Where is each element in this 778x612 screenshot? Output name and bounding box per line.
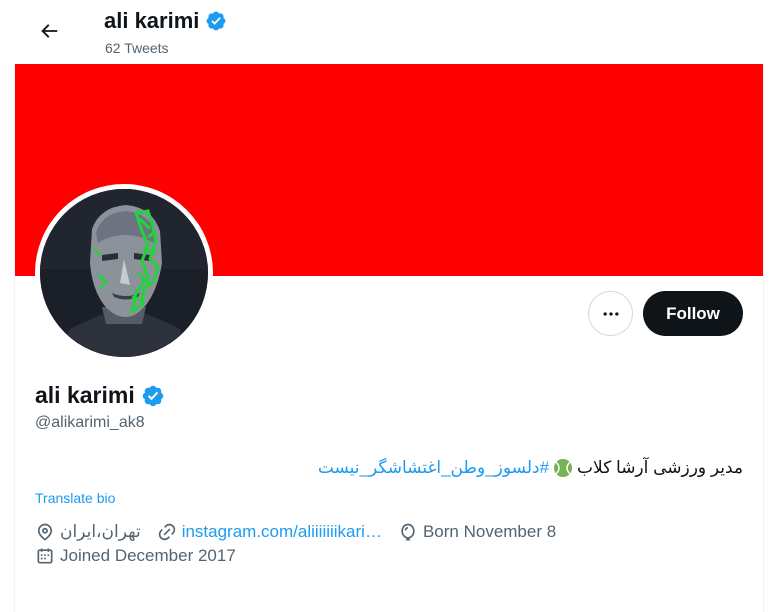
location-pin-icon [37, 523, 53, 541]
verified-badge-icon [206, 11, 226, 31]
profile-name-row: ali karimi [35, 382, 165, 409]
tennis-ball-emoji [554, 459, 573, 477]
profile-handle: @alikarimi_ak8 [35, 414, 145, 431]
more-horizontal-icon [603, 311, 618, 316]
arrow-left-icon [41, 24, 58, 38]
header-title: ali karimi [104, 8, 227, 34]
website-link[interactable]: instagram.com/aliiiiiiikari… [182, 522, 382, 542]
tweet-count: 62 Tweets [105, 40, 169, 56]
header-name: ali karimi [104, 8, 200, 33]
verified-badge-icon[interactable] [141, 384, 165, 408]
location-text: تهران،ایران [60, 522, 141, 541]
birthday-item: Born November 8 [398, 522, 556, 542]
joined-text: Joined December 2017 [60, 546, 236, 565]
bio-hashtag-link[interactable]: #دلسوز_وطن_اغتشاشگر_نیست [318, 458, 549, 478]
profile-name: ali karimi [35, 382, 135, 408]
bio-text: مدیر ورزشی آرشا کلاب [577, 458, 743, 477]
calendar-icon [37, 548, 53, 564]
website-item: instagram.com/aliiiiiiikari… [157, 522, 382, 542]
profile-meta-row: تهران،ایران instagram.com/aliiiiiiikari…… [35, 522, 572, 542]
birthday-text: Born November 8 [422, 522, 557, 541]
link-icon [158, 523, 175, 541]
follow-button[interactable]: Follow [643, 291, 743, 336]
profile-meta-row-2: Joined December 2017 [35, 546, 252, 566]
translate-bio-link[interactable]: Translate bio [35, 490, 115, 506]
profile-header-bar: ali karimi 62 Tweets [14, 0, 764, 64]
back-button[interactable] [31, 13, 67, 49]
avatar-image [40, 189, 208, 357]
profile-bio: مدیر ورزشی آرشا کلاب #دلسوز_وطن_اغتشاشگر… [318, 458, 743, 478]
more-options-button[interactable] [588, 291, 633, 336]
balloon-icon [401, 523, 415, 541]
joined-item: Joined December 2017 [35, 546, 236, 566]
location-item: تهران،ایران [35, 522, 141, 542]
avatar[interactable] [35, 184, 213, 362]
